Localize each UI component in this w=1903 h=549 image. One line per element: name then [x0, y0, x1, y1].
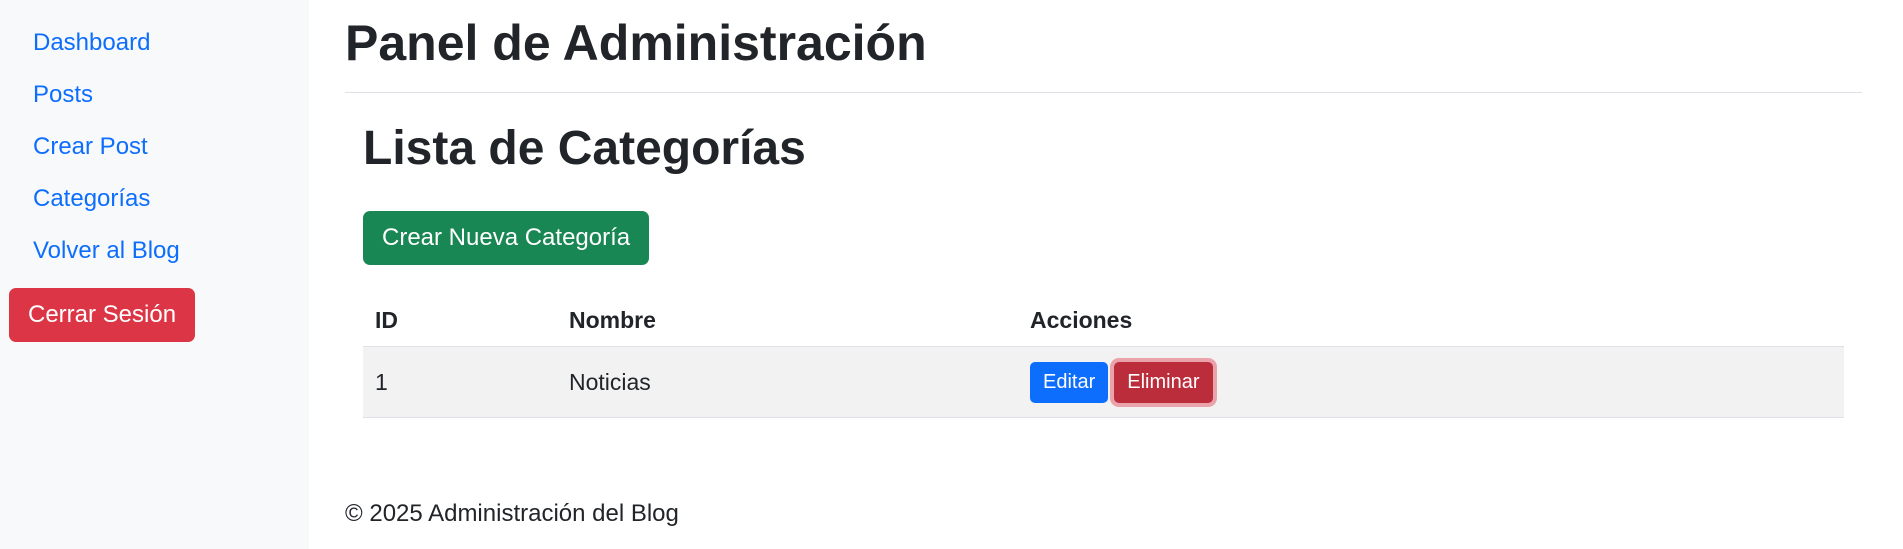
- sidebar: Dashboard Posts Crear Post Categorías Vo…: [0, 0, 309, 549]
- cell-id: 1: [363, 346, 557, 418]
- column-header-id: ID: [363, 295, 557, 347]
- sidebar-item-posts[interactable]: Posts: [0, 72, 309, 124]
- cell-actions: Editar Eliminar: [1018, 346, 1844, 418]
- footer-text: © 2025 Administración del Blog: [345, 500, 679, 527]
- column-header-name: Nombre: [557, 295, 1018, 347]
- sidebar-item-crear-post[interactable]: Crear Post: [0, 124, 309, 176]
- column-header-actions: Acciones: [1018, 295, 1844, 347]
- page-title: Panel de Administración: [345, 15, 927, 71]
- table-row: 1 Noticias Editar Eliminar: [363, 346, 1844, 418]
- delete-button[interactable]: Eliminar: [1114, 361, 1213, 403]
- section-title: Lista de Categorías: [363, 122, 806, 175]
- edit-button[interactable]: Editar: [1030, 361, 1109, 403]
- sidebar-item-volver-blog[interactable]: Volver al Blog: [0, 228, 309, 280]
- categories-table: ID Nombre Acciones 1 Noticias Editar Elim…: [363, 295, 1844, 418]
- main-content: Panel de Administración Lista de Categor…: [309, 0, 1903, 549]
- sidebar-item-dashboard[interactable]: Dashboard: [0, 20, 309, 72]
- create-category-button[interactable]: Crear Nueva Categoría: [363, 211, 650, 265]
- category-section: Lista de Categorías Crear Nueva Categorí…: [345, 121, 1863, 418]
- header-divider: [345, 92, 1862, 93]
- cell-name: Noticias: [557, 346, 1018, 418]
- table-header-row: ID Nombre Acciones: [363, 295, 1844, 347]
- app-layout: Dashboard Posts Crear Post Categorías Vo…: [0, 0, 1903, 549]
- logout-button[interactable]: Cerrar Sesión: [9, 288, 196, 342]
- sidebar-item-categorias[interactable]: Categorías: [0, 176, 309, 228]
